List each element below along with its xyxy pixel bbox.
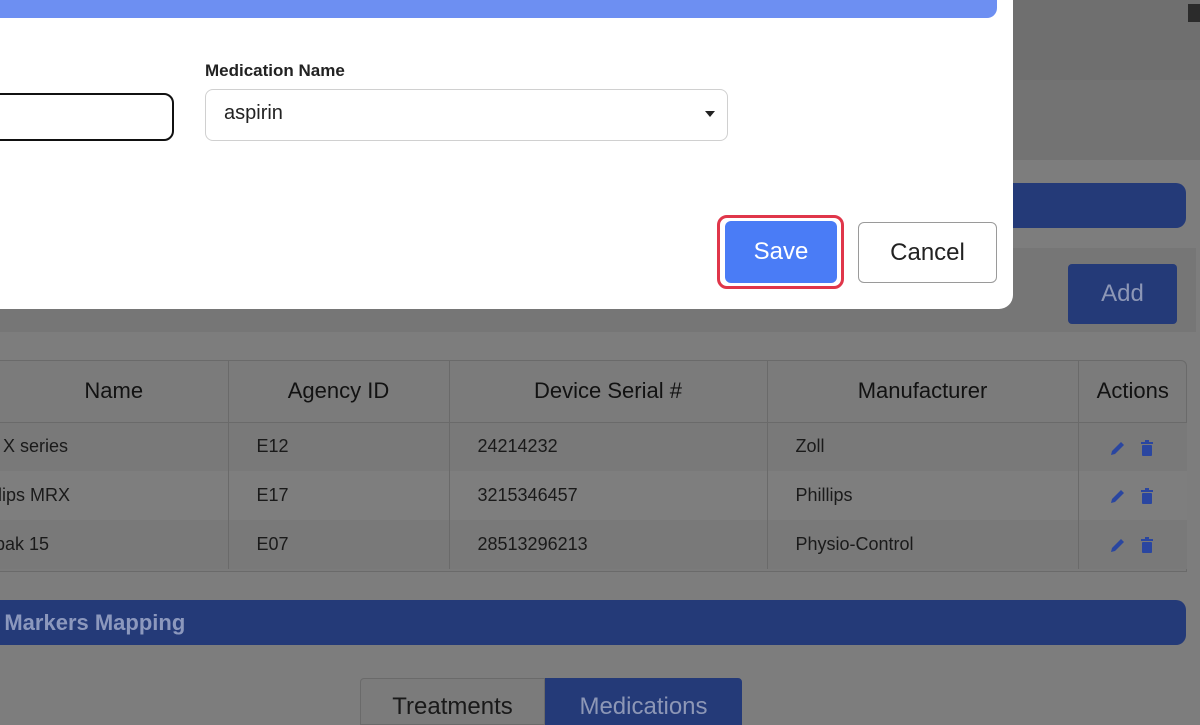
- save-button[interactable]: Save: [725, 221, 837, 283]
- cancel-button[interactable]: Cancel: [858, 222, 997, 283]
- cell-manufacturer: Physio-Control: [767, 520, 1079, 569]
- table-row: fepak 15 E07 28513296213 Physio-Control: [0, 520, 1187, 569]
- cell-agency-id: E12: [228, 422, 450, 471]
- cell-serial: 28513296213: [449, 520, 768, 569]
- column-header-manufacturer[interactable]: Manufacturer: [767, 361, 1079, 423]
- column-header-device-serial[interactable]: Device Serial #: [449, 361, 768, 423]
- cell-name: fepak 15: [0, 520, 229, 569]
- column-header-agency-id[interactable]: Agency ID: [228, 361, 450, 423]
- cell-actions: [1078, 520, 1187, 569]
- cell-agency-id: E17: [228, 471, 450, 520]
- cell-manufacturer: Zoll: [767, 422, 1079, 471]
- table-row: oll X series E12 24214232 Zoll: [0, 422, 1187, 471]
- markers-mapping-section-title[interactable]: e Markers Mapping: [0, 600, 1186, 645]
- cell-actions: [1078, 422, 1187, 471]
- tab-medications[interactable]: Medications: [545, 678, 742, 725]
- mapping-tabs: Treatments Medications: [360, 678, 742, 725]
- cell-agency-id: E07: [228, 520, 450, 569]
- devices-table: Name Agency ID Device Serial # Manufactu…: [0, 360, 1187, 572]
- edit-medication-modal: Medication Name aspirin Save Cancel: [0, 0, 1013, 309]
- page: Add Name Agency ID Device Serial # Manuf…: [0, 0, 1200, 725]
- cell-name: hillips MRX: [0, 471, 229, 520]
- modal-header: [0, 0, 997, 18]
- cell-serial: 24214232: [449, 422, 768, 471]
- tab-treatments[interactable]: Treatments: [360, 678, 545, 725]
- cell-manufacturer: Phillips: [767, 471, 1079, 520]
- edit-icon[interactable]: [1109, 536, 1127, 554]
- edit-icon[interactable]: [1109, 439, 1127, 457]
- cell-serial: 3215346457: [449, 471, 768, 520]
- medication-name-select[interactable]: aspirin: [205, 89, 728, 141]
- column-header-actions: Actions: [1078, 361, 1187, 423]
- trash-icon[interactable]: [1138, 487, 1156, 505]
- trash-icon[interactable]: [1138, 439, 1156, 457]
- cell-actions: [1078, 471, 1187, 520]
- caret-down-icon: [705, 111, 715, 117]
- medication-name-value: aspirin: [224, 102, 283, 124]
- cell-name: oll X series: [0, 422, 229, 471]
- previous-field-input[interactable]: [0, 93, 174, 141]
- column-header-name[interactable]: Name: [0, 361, 229, 423]
- medication-name-label: Medication Name: [205, 61, 345, 80]
- corner-element: [1188, 4, 1200, 22]
- add-button[interactable]: Add: [1068, 264, 1177, 324]
- table-row: hillips MRX E17 3215346457 Phillips: [0, 471, 1187, 520]
- trash-icon[interactable]: [1138, 536, 1156, 554]
- edit-icon[interactable]: [1109, 487, 1127, 505]
- table-header-row: Name Agency ID Device Serial # Manufactu…: [0, 361, 1187, 423]
